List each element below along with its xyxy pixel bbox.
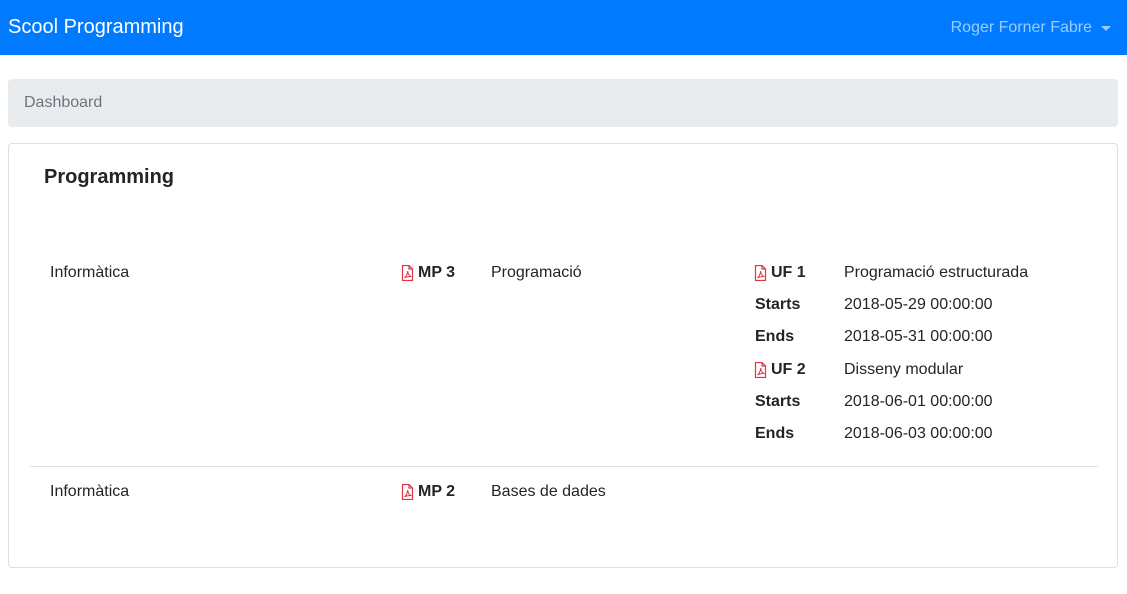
unit-end-date: 2018-06-03 00:00:00 [844,425,993,442]
module-name: Bases de dades [491,483,606,500]
family-name: Informàtica [50,483,130,500]
file-pdf-icon [754,265,767,281]
ends-label: Ends [755,328,795,345]
family-name: Informàtica [50,264,130,281]
file-pdf-icon [754,362,767,378]
unit-end-date: 2018-05-31 00:00:00 [844,328,993,345]
unit-name: Programació estructurada [844,264,1029,281]
module-pdf-link[interactable]: MP 2 [401,482,455,502]
user-name: Roger Forner Fabre [950,18,1092,36]
starts-label: Starts [755,393,801,410]
unit-pdf-link[interactable]: UF 2 [754,360,806,380]
row-divider [30,466,1098,467]
module-code: MP 2 [418,483,456,500]
unit-code: UF 2 [771,361,806,378]
user-menu-toggle[interactable]: Roger Forner Fabre [951,19,1111,37]
unit-start-date: 2018-05-29 00:00:00 [844,296,993,313]
programming-card: Programming Informàtica MP 3 Programació… [8,143,1118,568]
module-code: MP 3 [418,264,456,281]
module-pdf-link[interactable]: MP 3 [401,263,455,283]
navbar-brand[interactable]: Scool Programming [8,16,184,39]
module-name: Programació [491,264,582,281]
ends-label: Ends [755,425,795,442]
unit-code: UF 1 [771,264,806,281]
breadcrumb-item-dashboard: Dashboard [24,94,103,111]
unit-name: Disseny modular [844,361,964,378]
unit-pdf-link[interactable]: UF 1 [754,263,806,283]
breadcrumb: Dashboard [8,79,1118,127]
file-pdf-icon [401,484,414,500]
starts-label: Starts [755,296,801,313]
file-pdf-icon [401,265,414,281]
top-navbar: Scool Programming Roger Forner Fabre [0,0,1127,55]
unit-start-date: 2018-06-01 00:00:00 [844,393,993,410]
caret-down-icon [1101,26,1111,31]
card-title: Programming [44,166,175,188]
